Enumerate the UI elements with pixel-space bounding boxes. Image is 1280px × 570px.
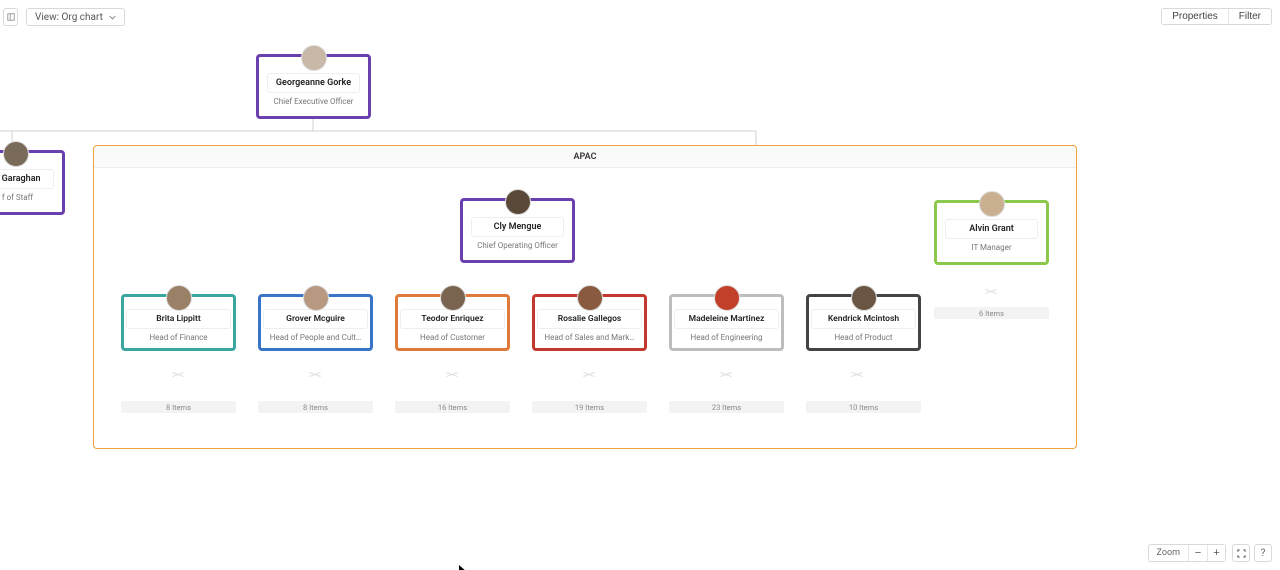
node-title: Head of Product (811, 329, 916, 346)
view-selector[interactable]: View: Org chart (26, 8, 125, 26)
node-name: n Garaghan (0, 169, 54, 189)
node-head-5[interactable]: Kendrick McintoshHead of Product (806, 294, 921, 351)
node-coo[interactable]: Cly Mengue Chief Operating Officer (460, 198, 575, 263)
avatar (505, 189, 531, 215)
node-title: Head of Finance (126, 329, 231, 346)
collapse-stub[interactable] (584, 370, 594, 380)
node-title: Head of Engineering (674, 329, 779, 346)
node-name: Georgeanne Gorke (267, 73, 360, 93)
items-pill-3[interactable]: 19 Items (532, 401, 647, 413)
avatar (303, 285, 329, 311)
chevron-down-icon (109, 14, 116, 21)
node-name: Kendrick Mcintosh (811, 309, 916, 329)
avatar (577, 285, 603, 311)
avatar (440, 285, 466, 311)
zoom-label: Zoom (1149, 545, 1189, 561)
node-name: Grover Mcguire (263, 309, 368, 329)
node-name: Brita Lippitt (126, 309, 231, 329)
avatar (979, 191, 1005, 217)
node-head-2[interactable]: Teodor EnriquezHead of Customer (395, 294, 510, 351)
items-pill-it[interactable]: 6 Items (934, 307, 1049, 319)
zoom-bar: Zoom − + (1148, 544, 1226, 562)
panel-icon (7, 13, 15, 21)
node-it-manager[interactable]: Alvin Grant IT Manager (934, 200, 1049, 265)
items-pill-5[interactable]: 10 Items (806, 401, 921, 413)
properties-button[interactable]: Properties (1162, 9, 1228, 24)
panel-toggle-button[interactable] (3, 8, 18, 26)
collapse-stub[interactable] (852, 370, 862, 380)
avatar (3, 141, 29, 167)
node-name: Alvin Grant (945, 219, 1038, 239)
view-selector-label: View: Org chart (35, 12, 103, 23)
node-head-1[interactable]: Grover McguireHead of People and Cult… (258, 294, 373, 351)
avatar (851, 285, 877, 311)
items-pill-2[interactable]: 16 Items (395, 401, 510, 413)
node-title: Chief Operating Officer (471, 237, 564, 252)
node-name: Cly Mengue (471, 217, 564, 237)
collapse-stub[interactable] (310, 370, 320, 380)
avatar (301, 45, 327, 71)
filter-button[interactable]: Filter (1228, 9, 1271, 24)
node-ceo[interactable]: Georgeanne Gorke Chief Executive Officer (256, 54, 371, 119)
zoom-in-button[interactable]: + (1207, 545, 1225, 561)
zoom-out-button[interactable]: − (1189, 545, 1207, 561)
node-chief-of-staff-partial[interactable]: n Garaghan f of Staff (0, 150, 65, 215)
region-label: APAC (94, 146, 1076, 168)
cursor-icon (459, 562, 469, 570)
node-head-3[interactable]: Rosalie GallegosHead of Sales and Mark… (532, 294, 647, 351)
items-pill-4[interactable]: 23 Items (669, 401, 784, 413)
node-name: Teodor Enriquez (400, 309, 505, 329)
fullscreen-button[interactable] (1232, 544, 1250, 562)
avatar (166, 285, 192, 311)
collapse-stub[interactable] (986, 287, 996, 297)
node-title: Head of People and Cult… (263, 329, 368, 346)
help-button[interactable]: ? (1254, 544, 1272, 562)
collapse-stub[interactable] (721, 370, 731, 380)
toolbar-right: Properties Filter (1161, 8, 1272, 25)
collapse-stub[interactable] (447, 370, 457, 380)
node-title: Chief Executive Officer (267, 93, 360, 108)
node-name: Rosalie Gallegos (537, 309, 642, 329)
node-title: Head of Customer (400, 329, 505, 346)
node-name: Madeleine Martinez (674, 309, 779, 329)
node-title: Head of Sales and Mark… (537, 329, 642, 346)
fullscreen-icon (1237, 549, 1246, 558)
avatar (714, 285, 740, 311)
node-head-4[interactable]: Madeleine MartinezHead of Engineering (669, 294, 784, 351)
node-head-0[interactable]: Brita LippittHead of Finance (121, 294, 236, 351)
items-pill-0[interactable]: 8 Items (121, 401, 236, 413)
node-title: IT Manager (945, 239, 1038, 254)
items-pill-1[interactable]: 8 Items (258, 401, 373, 413)
collapse-stub[interactable] (173, 370, 183, 380)
node-title: f of Staff (0, 189, 54, 204)
